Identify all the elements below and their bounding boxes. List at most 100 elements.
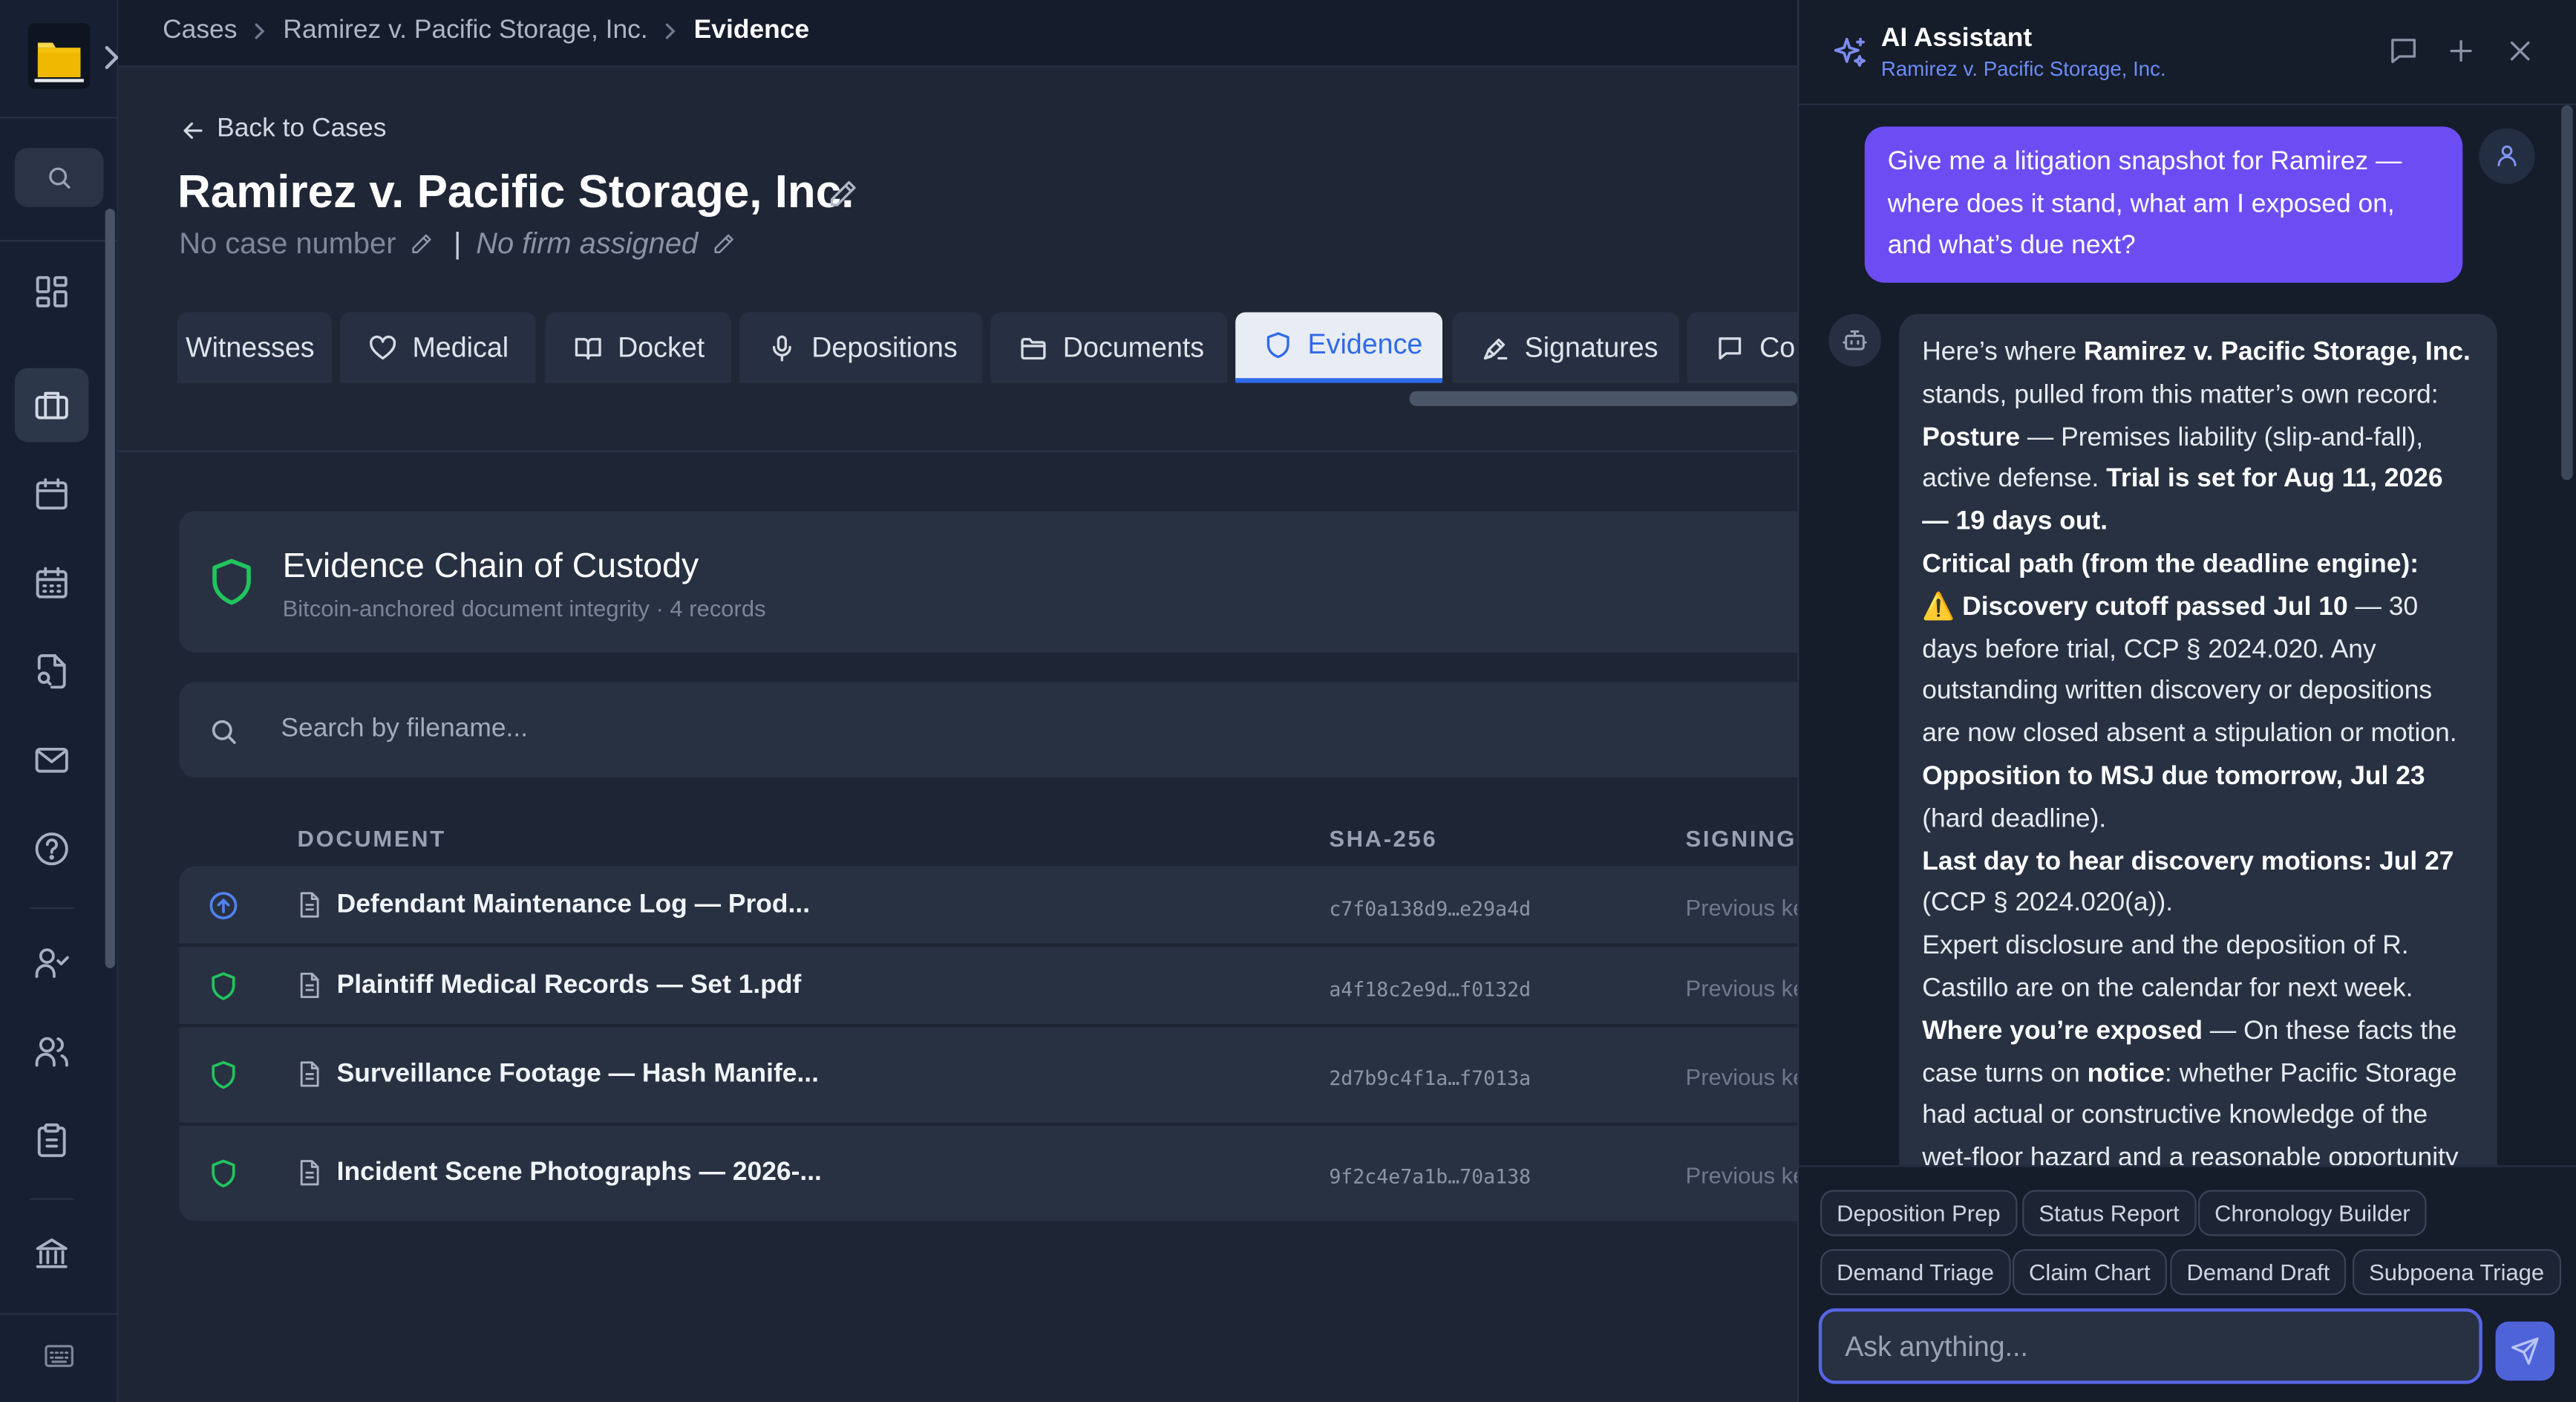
breadcrumb-cases[interactable]: Cases bbox=[163, 16, 237, 46]
back-to-cases-label: Back to Cases bbox=[217, 114, 387, 143]
table-row[interactable]: Defendant Maintenance Log — Prod... c7f0… bbox=[179, 866, 1817, 945]
chip-deposition-prep[interactable]: Deposition Prep bbox=[1820, 1190, 2017, 1236]
quick-actions: Deposition Prep Status Report Chronology… bbox=[1799, 1165, 2576, 1402]
case-tabs: Witnesses Medical Docket Depositions Doc… bbox=[177, 312, 1798, 385]
close-icon[interactable] bbox=[2504, 34, 2537, 67]
evidence-title: Evidence Chain of Custody bbox=[282, 547, 699, 585]
tab-evidence[interactable]: Evidence bbox=[1235, 312, 1443, 383]
file-icon bbox=[298, 971, 322, 1000]
rail-dashboard-button[interactable] bbox=[15, 255, 89, 329]
tab-witnesses[interactable]: Witnesses bbox=[177, 312, 333, 383]
reply-bold: Discovery cutoff passed Jul 10 bbox=[1962, 593, 2348, 622]
reply-text: Expert disclosure and the deposition of … bbox=[1922, 932, 2413, 1003]
left-rail bbox=[0, 0, 119, 1402]
back-to-cases-link[interactable]: Back to Cases bbox=[179, 115, 386, 145]
warning-icon: ⚠️ bbox=[1922, 593, 1955, 622]
rail-users-check-button[interactable] bbox=[15, 925, 89, 1000]
chat-history-icon[interactable] bbox=[2387, 34, 2419, 67]
table-row[interactable]: Incident Scene Photographs — 2026-... 9f… bbox=[179, 1126, 1817, 1222]
file-icon bbox=[298, 1158, 322, 1187]
user-icon bbox=[2494, 141, 2520, 169]
users-icon bbox=[33, 1032, 71, 1070]
rail-divider bbox=[0, 240, 119, 242]
file-icon bbox=[298, 1060, 322, 1089]
chip-claim-chart[interactable]: Claim Chart bbox=[2012, 1249, 2167, 1296]
shield-icon bbox=[1264, 330, 1293, 360]
briefcase-icon bbox=[33, 386, 71, 424]
new-chat-icon[interactable] bbox=[2445, 34, 2477, 67]
verified-shield-icon bbox=[209, 1158, 238, 1188]
calendar-days-icon bbox=[33, 564, 71, 601]
rail-contacts-button[interactable] bbox=[15, 1014, 89, 1089]
column-header-sha[interactable]: SHA-256 bbox=[1329, 825, 1437, 851]
chip-subpoena-triage[interactable]: Subpoena Triage bbox=[2353, 1249, 2561, 1296]
tab-label: Witnesses bbox=[186, 331, 315, 363]
assistant-title: AI Assistant bbox=[1880, 25, 2033, 53]
folder-icon bbox=[1019, 333, 1048, 362]
message-icon bbox=[1715, 333, 1745, 362]
rail-divider bbox=[29, 907, 74, 910]
rail-calendar-button[interactable] bbox=[15, 457, 89, 531]
shield-icon bbox=[209, 557, 255, 606]
chip-demand-triage[interactable]: Demand Triage bbox=[1820, 1249, 2011, 1296]
file-icon bbox=[298, 891, 322, 919]
rail-mail-button[interactable] bbox=[15, 723, 89, 798]
rail-divider bbox=[29, 1198, 74, 1200]
courthouse-icon bbox=[33, 1234, 71, 1272]
user-message: Give me a litigation snapshot for Ramire… bbox=[1864, 126, 2463, 283]
row-hash: 2d7b9c4f1a…f7013a bbox=[1329, 1066, 1531, 1090]
tabs-scrollbar[interactable] bbox=[1409, 391, 1798, 406]
filename-search-input[interactable] bbox=[281, 705, 1760, 754]
rail-file-search-button[interactable] bbox=[15, 634, 89, 708]
table-row[interactable]: Plaintiff Medical Records — Set 1.pdf a4… bbox=[179, 946, 1817, 1026]
chip-status-report[interactable]: Status Report bbox=[2022, 1190, 2196, 1236]
meta-separator: | bbox=[453, 226, 462, 260]
rail-cases-button[interactable] bbox=[14, 368, 89, 443]
rail-deadlines-button[interactable] bbox=[15, 546, 89, 620]
rail-search-button[interactable] bbox=[14, 148, 104, 207]
tab-docket[interactable]: Docket bbox=[545, 312, 731, 383]
chevron-right-icon bbox=[661, 22, 681, 42]
tab-label: Medical bbox=[412, 331, 509, 363]
rail-court-button[interactable] bbox=[15, 1216, 89, 1291]
breadcrumb-case[interactable]: Ramirez v. Pacific Storage, Inc. bbox=[283, 16, 647, 46]
table-row[interactable]: Surveillance Footage — Hash Manife... 2d… bbox=[179, 1027, 1817, 1124]
reply-text: (CCP § 2024.020(a)). bbox=[1922, 890, 2174, 918]
tab-documents[interactable]: Documents bbox=[990, 312, 1228, 383]
keyboard-icon[interactable] bbox=[45, 1343, 74, 1369]
rail-scrollbar[interactable] bbox=[105, 209, 115, 968]
reply-bold: Last day to hear discovery motions: Jul … bbox=[1922, 847, 2454, 876]
edit-firm-pencil-icon[interactable] bbox=[711, 232, 736, 256]
ask-input[interactable] bbox=[1845, 1326, 2454, 1369]
row-filename: Surveillance Footage — Hash Manife... bbox=[336, 1060, 819, 1089]
assistant-avatar bbox=[1828, 313, 1881, 367]
chat-scrollbar[interactable] bbox=[2561, 105, 2573, 480]
rail-help-button[interactable] bbox=[15, 812, 89, 886]
chip-demand-draft[interactable]: Demand Draft bbox=[2170, 1249, 2347, 1296]
send-button[interactable] bbox=[2495, 1321, 2555, 1381]
tab-signatures[interactable]: Signatures bbox=[1452, 312, 1679, 383]
edit-case-number-pencil-icon[interactable] bbox=[409, 232, 434, 256]
reply-bold: Opposition to MSJ due tomorrow, Jul 23 bbox=[1922, 762, 2425, 791]
assistant-case-link[interactable]: Ramirez v. Pacific Storage, Inc. bbox=[1881, 57, 2166, 80]
tab-depositions[interactable]: Depositions bbox=[739, 312, 983, 383]
reply-bold: Where you’re exposed bbox=[1922, 1017, 2203, 1046]
grid-icon bbox=[33, 273, 71, 310]
chat-thread: Give me a litigation snapshot for Ramire… bbox=[1799, 105, 2576, 1166]
chevron-right-icon bbox=[250, 22, 270, 42]
tab-communications[interactable]: Co bbox=[1687, 312, 1798, 383]
tab-label: Documents bbox=[1062, 331, 1205, 363]
book-icon bbox=[573, 333, 603, 362]
column-header-document[interactable]: DOCUMENT bbox=[298, 825, 446, 851]
row-filename: Plaintiff Medical Records — Set 1.pdf bbox=[336, 971, 802, 1000]
edit-title-pencil-icon[interactable] bbox=[826, 177, 859, 210]
evidence-table: DOCUMENT SHA-256 SIGNING K Defendant Mai… bbox=[179, 806, 1822, 1222]
reply-bold: notice bbox=[2087, 1059, 2165, 1088]
rail-tasks-button[interactable] bbox=[15, 1103, 89, 1177]
app-logo[interactable] bbox=[27, 22, 91, 89]
tab-medical[interactable]: Medical bbox=[340, 312, 536, 383]
evidence-search bbox=[179, 682, 1798, 777]
rail-divider bbox=[0, 1313, 119, 1315]
chip-chronology-builder[interactable]: Chronology Builder bbox=[2197, 1190, 2427, 1236]
page-title: Ramirez v. Pacific Storage, Inc. bbox=[177, 166, 854, 218]
